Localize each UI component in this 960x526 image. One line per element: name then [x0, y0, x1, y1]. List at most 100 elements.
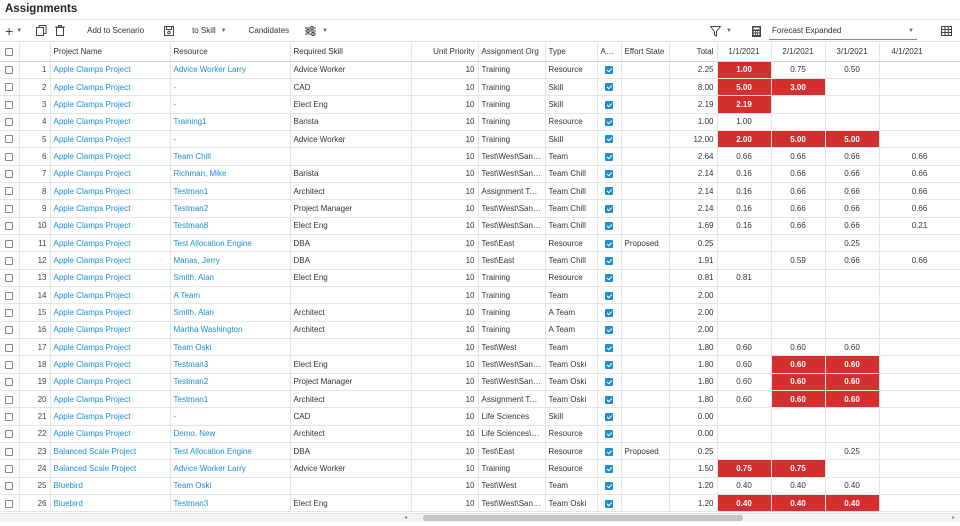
month-value[interactable] — [825, 269, 880, 287]
table-row[interactable]: 16 Apple Clamps Project Martha Washington A… — [0, 321, 960, 340]
month-value[interactable] — [771, 269, 826, 287]
month-value[interactable]: 0.66 — [879, 251, 960, 270]
project-link[interactable]: Apple Clamps Project — [50, 78, 171, 97]
month-value[interactable]: 0.60 — [717, 338, 772, 357]
month-value[interactable]: 0.66 — [825, 199, 880, 218]
active-checkbox[interactable] — [597, 95, 622, 114]
month-value[interactable]: 3.00 — [771, 78, 826, 97]
month-value[interactable]: 0.60 — [825, 390, 880, 409]
resource-link[interactable]: Testman1 — [170, 182, 291, 201]
month-value[interactable] — [879, 234, 960, 253]
row-select-checkbox[interactable] — [0, 373, 20, 392]
month-value[interactable]: 0.66 — [771, 182, 826, 201]
month-value[interactable]: 0.40 — [825, 477, 880, 496]
month-value[interactable]: 0.50 — [825, 61, 880, 79]
col-header-month-4[interactable]: 4/1/2021 — [879, 43, 960, 62]
month-value[interactable] — [825, 286, 880, 305]
col-header-resource[interactable]: Resource — [170, 43, 291, 62]
resource-link[interactable]: Training1 — [170, 113, 291, 131]
resource-link[interactable]: Manas, Jerry — [170, 251, 291, 270]
active-checkbox[interactable] — [597, 459, 622, 478]
project-link[interactable]: Apple Clamps Project — [50, 303, 171, 322]
resource-link[interactable]: - — [170, 78, 291, 97]
month-value[interactable]: 0.81 — [717, 269, 772, 287]
month-value[interactable]: 0.66 — [771, 199, 826, 218]
save-button[interactable] — [160, 20, 178, 42]
month-value[interactable] — [879, 373, 960, 392]
add-to-scenario-button[interactable]: Add to Scenario — [83, 20, 148, 42]
month-value[interactable] — [771, 321, 826, 340]
active-checkbox[interactable] — [597, 113, 622, 131]
month-value[interactable]: 0.66 — [825, 217, 880, 235]
month-value[interactable]: 0.60 — [717, 390, 772, 409]
month-value[interactable]: 0.40 — [717, 477, 772, 496]
table-row[interactable]: 26 Bluebird Testman3 Elect Eng 10 Test\West\S… — [0, 494, 960, 513]
row-select-checkbox[interactable] — [0, 130, 20, 149]
scroll-right-icon[interactable]: ▸ — [952, 514, 955, 522]
month-value[interactable]: 0.66 — [717, 147, 772, 166]
month-value[interactable]: 0.75 — [771, 459, 826, 478]
copy-button[interactable] — [32, 20, 51, 42]
project-link[interactable]: Apple Clamps Project — [50, 182, 171, 201]
table-row[interactable]: 17 Apple Clamps Project Team Oski 10 Test\We… — [0, 338, 960, 357]
active-checkbox[interactable] — [597, 199, 622, 218]
active-checkbox[interactable] — [597, 286, 622, 305]
row-select-checkbox[interactable] — [0, 78, 20, 97]
month-value[interactable] — [825, 113, 880, 131]
month-value[interactable] — [771, 286, 826, 305]
calculator-button[interactable] — [748, 20, 765, 42]
month-value[interactable]: 0.66 — [825, 165, 880, 183]
project-link[interactable]: Apple Clamps Project — [50, 338, 171, 357]
table-row[interactable]: 11 Apple Clamps Project Test Allocation En… — [0, 234, 960, 253]
scroll-left-icon[interactable]: ◂ — [404, 514, 407, 522]
table-row[interactable]: 22 Apple Clamps Project Demo, New Architect… — [0, 425, 960, 444]
filter-button[interactable]: ▼ — [706, 20, 736, 42]
month-value[interactable]: 0.75 — [771, 61, 826, 79]
month-value[interactable] — [717, 251, 772, 270]
month-value[interactable] — [879, 303, 960, 322]
table-row[interactable]: 8 Apple Clamps Project Testman1 Architect 10… — [0, 182, 960, 201]
row-select-checkbox[interactable] — [0, 113, 20, 131]
month-value[interactable] — [825, 95, 880, 114]
project-link[interactable]: Apple Clamps Project — [50, 373, 171, 392]
table-row[interactable]: 21 Apple Clamps Project - CAD 10 Life Science… — [0, 407, 960, 426]
month-value[interactable] — [879, 286, 960, 305]
month-value[interactable]: 0.60 — [717, 355, 772, 374]
table-row[interactable]: 5 Apple Clamps Project - Advice Worker 10 Tra… — [0, 130, 960, 149]
month-value[interactable] — [771, 113, 826, 131]
table-row[interactable]: 10 Apple Clamps Project Testman8 Elect Eng 1… — [0, 217, 960, 235]
delete-button[interactable] — [51, 20, 69, 42]
resource-link[interactable]: Smith, Alan — [170, 303, 291, 322]
month-value[interactable] — [717, 321, 772, 340]
options-button[interactable]: ▼ — [301, 20, 332, 42]
month-value[interactable]: 0.66 — [825, 147, 880, 166]
month-value[interactable] — [879, 425, 960, 444]
resource-link[interactable]: Team Chill — [170, 147, 291, 166]
resource-link[interactable]: Richman, Mike — [170, 165, 291, 183]
month-value[interactable]: 5.00 — [825, 130, 880, 149]
month-value[interactable]: 0.59 — [771, 251, 826, 270]
month-value[interactable]: 0.60 — [771, 338, 826, 357]
month-value[interactable]: 0.16 — [717, 217, 772, 235]
resource-link[interactable]: Martha Washington — [170, 321, 291, 340]
month-value[interactable]: 0.16 — [717, 165, 772, 183]
active-checkbox[interactable] — [597, 251, 622, 270]
project-link[interactable]: Balanced Scale Project — [50, 442, 171, 461]
resource-link[interactable]: Testman2 — [170, 199, 291, 218]
month-value[interactable]: 0.60 — [771, 355, 826, 374]
month-value[interactable] — [879, 130, 960, 149]
month-value[interactable] — [717, 425, 772, 444]
active-checkbox[interactable] — [597, 321, 622, 340]
table-row[interactable]: 14 Apple Clamps Project A Team 10 Training Te… — [0, 286, 960, 305]
row-select-checkbox[interactable] — [0, 442, 20, 461]
table-row[interactable]: 25 Bluebird Team Oski 10 Test\West Team 1.20 0.… — [0, 477, 960, 496]
active-checkbox[interactable] — [597, 355, 622, 374]
col-header-effort[interactable]: Effort State — [621, 43, 670, 62]
row-select-checkbox[interactable] — [0, 477, 20, 496]
row-select-checkbox[interactable] — [0, 165, 20, 183]
project-link[interactable]: Apple Clamps Project — [50, 199, 171, 218]
month-value[interactable]: 0.60 — [771, 390, 826, 409]
resource-link[interactable]: Test Allocation Engine — [170, 442, 291, 461]
month-value[interactable]: 0.60 — [771, 373, 826, 392]
active-checkbox[interactable] — [597, 373, 622, 392]
